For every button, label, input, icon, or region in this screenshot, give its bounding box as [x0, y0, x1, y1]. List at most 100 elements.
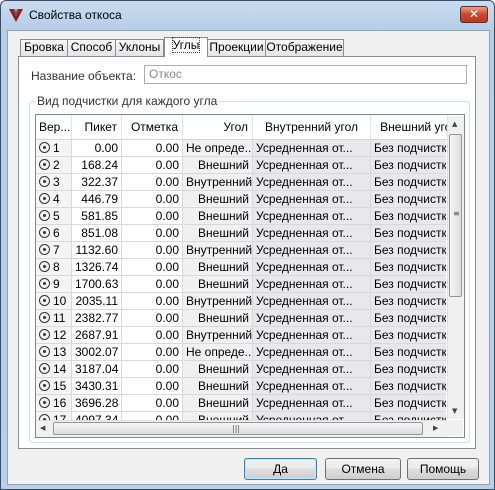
table-row[interactable]: 11 2382.77 0.00 Внешний Усредненная от... Без… [36, 310, 446, 327]
inner-angle-cell[interactable]: Усредненная от... [253, 395, 371, 412]
vertex-cell[interactable]: 13 [36, 344, 72, 361]
outer-angle-cell[interactable]: Без подчистки [371, 174, 446, 191]
inner-angle-cell[interactable]: Усредненная от... [253, 344, 371, 361]
col-header-vertex[interactable]: Вер... [36, 115, 72, 139]
table-row[interactable]: 3 322.37 0.00 Внутренний Усредненная от... Бе… [36, 174, 446, 191]
piket-cell[interactable]: 2035.11 [72, 293, 122, 310]
piket-cell[interactable]: 1700.63 [72, 276, 122, 293]
piket-cell[interactable]: 446.79 [72, 191, 122, 208]
ugol-cell[interactable]: Внешний [183, 157, 253, 174]
ugol-cell[interactable]: Внутренний [183, 293, 253, 310]
vertex-cell[interactable]: 5 [36, 208, 72, 225]
ugol-cell[interactable]: Внешний [183, 310, 253, 327]
col-header-inner-angle[interactable]: Внутренний угол [253, 115, 371, 139]
ugol-cell[interactable]: Внутренний [183, 327, 253, 344]
outer-angle-cell[interactable]: Без подчистки [371, 259, 446, 276]
table-row[interactable]: 8 1326.74 0.00 Внешний Усредненная от... Без … [36, 259, 446, 276]
outer-angle-cell[interactable]: Без подчистки [371, 361, 446, 378]
inner-angle-cell[interactable]: Усредненная от... [253, 310, 371, 327]
vertex-cell[interactable]: 2 [36, 157, 72, 174]
table-row[interactable]: 9 1700.63 0.00 Внешний Усредненная от... Без … [36, 276, 446, 293]
tab-sposob[interactable]: Способ [67, 39, 116, 56]
tab-ugly[interactable]: Углы [164, 37, 208, 57]
help-button[interactable]: Помощь [407, 458, 479, 480]
scroll-right-icon[interactable]: ▶ [433, 424, 438, 432]
ugol-cell[interactable]: Внешний [183, 225, 253, 242]
piket-cell[interactable]: 2382.77 [72, 310, 122, 327]
ugol-cell[interactable]: Внешний [183, 378, 253, 395]
ugol-cell[interactable]: Внутренний [183, 174, 253, 191]
vertex-cell[interactable]: 14 [36, 361, 72, 378]
ugol-cell[interactable]: Не опреде... [183, 344, 253, 361]
piket-cell[interactable]: 2687.91 [72, 327, 122, 344]
piket-cell[interactable]: 3696.28 [72, 395, 122, 412]
outer-angle-cell[interactable]: Без подчистки [371, 327, 446, 344]
otmetka-cell[interactable]: 0.00 [122, 191, 183, 208]
vertex-cell[interactable]: 11 [36, 310, 72, 327]
ugol-cell[interactable]: Внутренний [183, 242, 253, 259]
ugol-cell[interactable]: Не опреде... [183, 140, 253, 157]
angles-grid[interactable]: Вер... Пикет Отметка Угол Внутренний уго… [35, 114, 465, 438]
piket-cell[interactable]: 851.08 [72, 225, 122, 242]
otmetka-cell[interactable]: 0.00 [122, 293, 183, 310]
vertical-scroll-thumb[interactable]: ≡ [449, 134, 462, 297]
outer-angle-cell[interactable]: Без подчистки [371, 276, 446, 293]
ugol-cell[interactable]: Внешний [183, 208, 253, 225]
vertex-cell[interactable]: 8 [36, 259, 72, 276]
inner-angle-cell[interactable]: Усредненная от... [253, 174, 371, 191]
inner-angle-cell[interactable]: Усредненная от... [253, 191, 371, 208]
otmetka-cell[interactable]: 0.00 [122, 344, 183, 361]
inner-angle-cell[interactable]: Усредненная от... [253, 276, 371, 293]
otmetka-cell[interactable]: 0.00 [122, 378, 183, 395]
table-row[interactable]: 1 0.00 0.00 Не опреде... Усредненная от... Бе… [36, 140, 446, 157]
vertex-cell[interactable]: 16 [36, 395, 72, 412]
outer-angle-cell[interactable]: Без подчистки [371, 344, 446, 361]
table-row[interactable]: 6 851.08 0.00 Внешний Усредненная от... Без п… [36, 225, 446, 242]
inner-angle-cell[interactable]: Усредненная от... [253, 242, 371, 259]
table-row[interactable]: 16 3696.28 0.00 Внешний Усредненная от... Без… [36, 395, 446, 412]
outer-angle-cell[interactable]: Без подчистки [371, 293, 446, 310]
vertex-cell[interactable]: 4 [36, 191, 72, 208]
otmetka-cell[interactable]: 0.00 [122, 276, 183, 293]
table-row[interactable]: 13 3002.07 0.00 Не опреде... Усредненная от.… [36, 344, 446, 361]
table-row[interactable]: 15 3430.31 0.00 Внешний Усредненная от... Без… [36, 378, 446, 395]
table-row[interactable]: 12 2687.91 0.00 Внутренний Усредненная от...… [36, 327, 446, 344]
piket-cell[interactable]: 168.24 [72, 157, 122, 174]
table-row[interactable]: 5 581.85 0.00 Внешний Усредненная от... Без п… [36, 208, 446, 225]
piket-cell[interactable]: 322.37 [72, 174, 122, 191]
outer-angle-cell[interactable]: Без подчистки [371, 310, 446, 327]
vertex-cell[interactable]: 12 [36, 327, 72, 344]
tab-brovka[interactable]: Бровка [20, 39, 68, 56]
inner-angle-cell[interactable]: Усредненная от... [253, 259, 371, 276]
inner-angle-cell[interactable]: Усредненная от... [253, 157, 371, 174]
horizontal-scrollbar[interactable]: ◀ ||| ▶ [36, 420, 447, 437]
piket-cell[interactable]: 1326.74 [72, 259, 122, 276]
close-button[interactable]: ✕ [460, 6, 488, 23]
cancel-button[interactable]: Отмена [325, 458, 401, 480]
piket-cell[interactable]: 3002.07 [72, 344, 122, 361]
vertex-cell[interactable]: 17 [36, 412, 72, 420]
col-header-piket[interactable]: Пикет [72, 115, 122, 139]
outer-angle-cell[interactable]: Без подчистки [371, 157, 446, 174]
otmetka-cell[interactable]: 0.00 [122, 412, 183, 420]
ugol-cell[interactable]: Внешний [183, 412, 253, 420]
inner-angle-cell[interactable]: Усредненная от... [253, 327, 371, 344]
scroll-up-icon[interactable]: ▲ [452, 120, 457, 128]
ugol-cell[interactable]: Внешний [183, 395, 253, 412]
outer-angle-cell[interactable]: Без подчистки [371, 140, 446, 157]
otmetka-cell[interactable]: 0.00 [122, 242, 183, 259]
object-name-field[interactable]: Откос [144, 65, 467, 84]
col-header-ugol[interactable]: Угол [183, 115, 253, 139]
table-row[interactable]: 7 1132.60 0.00 Внутренний Усредненная от... Б… [36, 242, 446, 259]
otmetka-cell[interactable]: 0.00 [122, 259, 183, 276]
outer-angle-cell[interactable]: Без подчистки [371, 412, 446, 420]
col-header-otmetka[interactable]: Отметка [122, 115, 183, 139]
otmetka-cell[interactable]: 0.00 [122, 157, 183, 174]
otmetka-cell[interactable]: 0.00 [122, 208, 183, 225]
outer-angle-cell[interactable]: Без подчистки [371, 191, 446, 208]
inner-angle-cell[interactable]: Усредненная от... [253, 378, 371, 395]
vertex-cell[interactable]: 9 [36, 276, 72, 293]
otmetka-cell[interactable]: 0.00 [122, 395, 183, 412]
title-bar[interactable]: Свойства откоса ✕ [1, 1, 494, 29]
inner-angle-cell[interactable]: Усредненная от... [253, 140, 371, 157]
